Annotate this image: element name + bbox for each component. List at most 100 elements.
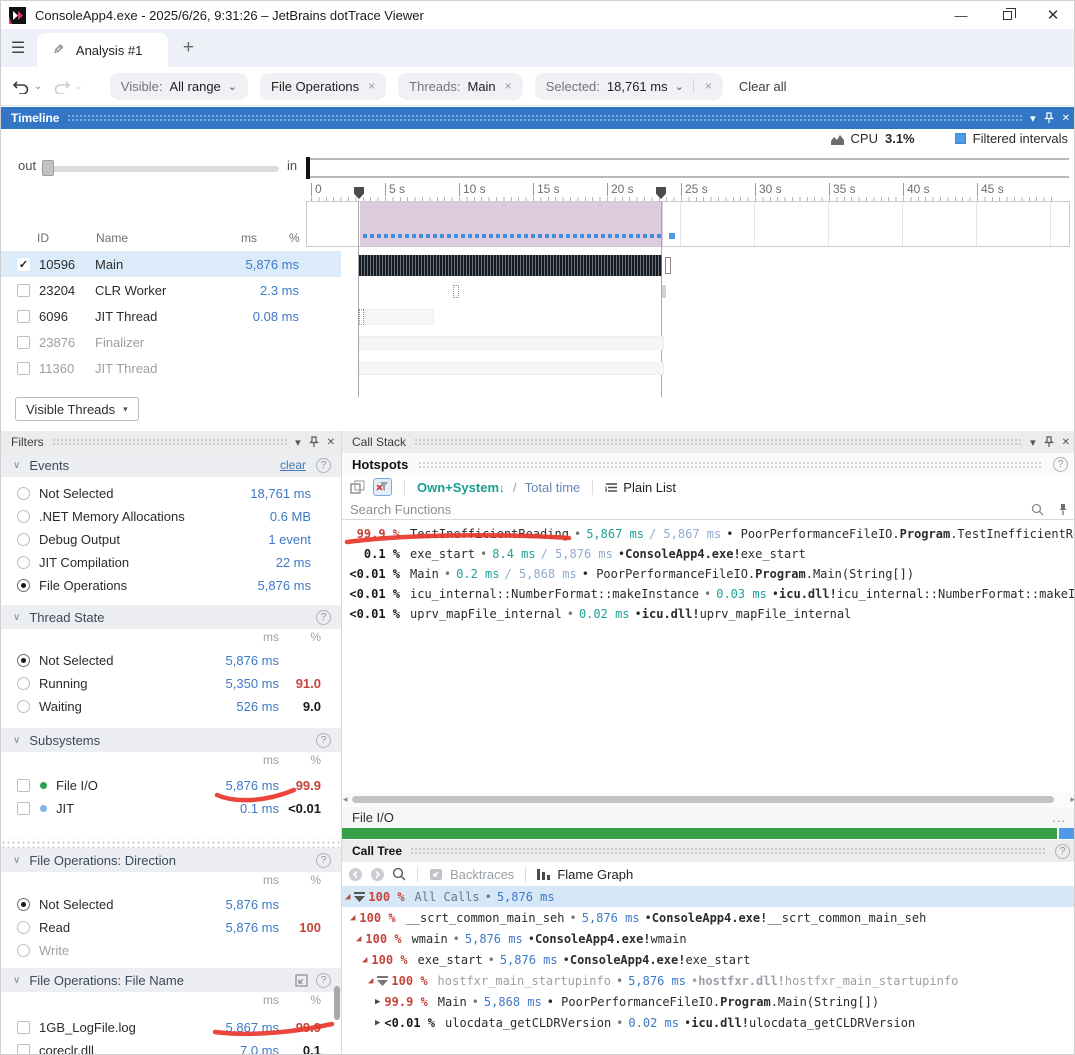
remove-filter-icon[interactable]: × [368, 79, 375, 93]
time-ruler[interactable]: 0 5 s 10 s 15 s 20 s 25 s 30 s 35 s 40 s… [306, 183, 1070, 201]
search-icon[interactable] [1031, 503, 1044, 516]
more-icon[interactable]: ... [1052, 810, 1066, 825]
hotspot-row[interactable]: <0.01 % uprv_mapFile_internal • 0.02 ms … [342, 604, 1075, 624]
restore-button[interactable] [984, 1, 1030, 29]
section-splitter[interactable] [1, 838, 341, 848]
call-tree-row[interactable]: ◢ 100 % wmain • 5,876 ms • ConsoleApp4.e… [342, 928, 1075, 949]
sort-total-time[interactable]: Total time [525, 480, 581, 495]
search-icon[interactable] [392, 867, 406, 881]
sort-own-system[interactable]: Own+System↓ [417, 480, 505, 495]
event-filter-row[interactable]: Not Selected 18,761 ms [1, 482, 341, 505]
help-icon[interactable]: ? [316, 458, 331, 473]
zoom-in-handle[interactable] [306, 157, 310, 179]
direction-row-disabled[interactable]: Write [1, 939, 341, 962]
radio-button[interactable] [17, 510, 30, 523]
close-panel-icon[interactable]: ✕ [1062, 437, 1070, 448]
subsystems-section-header[interactable]: ∨ Subsystems ? [1, 728, 341, 752]
radio-button[interactable] [17, 677, 30, 690]
hotspot-row[interactable]: <0.01 % Main • 0.2 ms / 5,868 ms • PoorP… [342, 564, 1075, 584]
radio-button[interactable] [17, 487, 30, 500]
lane-main[interactable] [306, 253, 1070, 279]
export-icon[interactable] [295, 974, 308, 987]
filters-scrollbar-thumb[interactable] [334, 986, 340, 1020]
subsystem-checkbox[interactable] [17, 802, 30, 815]
selected-range-chip[interactable]: Selected: 18,761 ms ⌄ × [535, 73, 723, 100]
visible-range-chip[interactable]: Visible: All range ⌄ [110, 73, 248, 100]
file-name-section-header[interactable]: ∨ File Operations: File Name ? [1, 968, 341, 992]
event-filter-row-selected[interactable]: File Operations 5,876 ms [1, 574, 341, 597]
help-icon[interactable]: ? [1055, 844, 1070, 859]
subsystem-bar-label-row[interactable]: File I/O ... [342, 807, 1075, 828]
lane-jit-thread[interactable] [306, 305, 1070, 331]
visible-threads-button[interactable]: Visible Threads ▾ [15, 397, 139, 421]
radio-button-selected[interactable] [17, 654, 30, 667]
hotspot-row[interactable]: <0.01 % icu_internal::NumberFormat::make… [342, 584, 1075, 604]
expanded-triangle-icon[interactable]: ◢ [368, 976, 373, 986]
thread-state-section-header[interactable]: ∨ Thread State ? [1, 605, 341, 629]
undo-history-chevron[interactable]: ⌄ [34, 81, 42, 92]
panel-dropdown-icon[interactable]: ▾ [1030, 112, 1036, 125]
remove-threads-filter-icon[interactable]: × [505, 79, 512, 93]
subsystem-row-jit[interactable]: JIT 0.1 ms <0.01 [1, 797, 341, 820]
add-tab-button[interactable]: + [168, 29, 208, 67]
call-tree-header[interactable]: Call Tree ? [342, 840, 1075, 862]
close-panel-icon[interactable]: ✕ [327, 437, 335, 448]
selection-region[interactable] [360, 202, 663, 246]
pin-icon[interactable] [1044, 112, 1054, 124]
timeline-panel-header[interactable]: Timeline ▾ ✕ [1, 107, 1075, 129]
call-tree-row[interactable]: ◢ 100 % exe_start • 5,876 ms • ConsoleAp… [342, 949, 1075, 970]
pin-icon[interactable] [309, 436, 319, 448]
zoom-slider-thumb[interactable] [42, 160, 54, 176]
thread-row-clr-worker[interactable]: 23204 CLR Worker 2.3 ms [1, 277, 341, 303]
radio-button[interactable] [17, 944, 30, 957]
file-io-activity-bar[interactable] [342, 828, 1057, 839]
direction-section-header[interactable]: ∨ File Operations: Direction ? [1, 848, 341, 872]
disable-filters-icon[interactable] [373, 478, 392, 496]
clear-all-button[interactable]: Clear all [739, 79, 787, 94]
undo-button[interactable] [13, 79, 30, 94]
collapsed-triangle-icon[interactable]: ▶ [375, 1018, 380, 1028]
panel-dropdown-icon[interactable]: ▾ [295, 436, 301, 449]
help-icon[interactable]: ? [316, 610, 331, 625]
event-filter-row[interactable]: JIT Compilation 22 ms [1, 551, 341, 574]
thread-state-row[interactable]: Not Selected 5,876 ms [1, 649, 341, 672]
file-name-row[interactable]: 1GB_LogFile.log 5,867 ms 99.9 [1, 1016, 341, 1039]
thread-row-jit-2[interactable]: 11360 JIT Thread [1, 355, 341, 381]
close-button[interactable]: ✕ [1030, 1, 1075, 29]
plain-list-button[interactable]: Plain List [623, 480, 676, 495]
expanded-triangle-icon[interactable]: ◢ [356, 934, 361, 944]
filters-panel-header[interactable]: Filters ▾ ✕ [1, 431, 341, 453]
thread-checkbox[interactable] [17, 362, 30, 375]
collapsed-triangle-icon[interactable]: ▶ [375, 997, 380, 1007]
panel-dropdown-icon[interactable]: ▾ [1030, 436, 1036, 449]
radio-button-selected[interactable] [17, 579, 30, 592]
thread-checkbox[interactable] [17, 336, 30, 349]
thread-row-finalizer[interactable]: 23876 Finalizer [1, 329, 341, 355]
lane-clr-worker[interactable] [306, 279, 1070, 305]
file-checkbox[interactable] [17, 1044, 30, 1055]
event-filter-row[interactable]: Debug Output 1 event [1, 528, 341, 551]
hotspot-row[interactable]: 99.9 % TestInefficientReading • 5,867 ms… [342, 524, 1075, 544]
help-icon[interactable]: ? [1053, 457, 1068, 472]
zoom-in-track[interactable] [306, 158, 1069, 178]
main-menu-button[interactable]: ☰ [1, 29, 35, 67]
pin-search-icon[interactable] [1058, 503, 1068, 516]
hotspot-row[interactable]: 0.1 % exe_start • 8.4 ms / 5,876 ms • Co… [342, 544, 1075, 564]
call-tree-row[interactable]: ▶ 99.9 % Main • 5,868 ms • PoorPerforman… [342, 991, 1075, 1012]
thread-row-main[interactable]: ✓ 10596 Main 5,876 ms [1, 251, 341, 277]
events-section-header[interactable]: ∨ Events clear ? [1, 453, 341, 477]
help-icon[interactable]: ? [316, 853, 331, 868]
call-tree-row[interactable]: ◢ 100 % __scrt_common_main_seh • 5,876 m… [342, 907, 1075, 928]
expand-collapse-icon[interactable] [350, 480, 365, 494]
tab-analysis-1[interactable]: ✎ Analysis #1 [37, 33, 168, 67]
direction-row[interactable]: Read 5,876 ms 100 [1, 916, 341, 939]
scroll-right-icon[interactable]: ▸ [1070, 794, 1075, 805]
cpu-overview-chart[interactable] [306, 201, 1070, 247]
thread-row-jit[interactable]: 6096 JIT Thread 0.08 ms [1, 303, 341, 329]
thread-state-row[interactable]: Running 5,350 ms 91.0 [1, 672, 341, 695]
file-operations-filter-chip[interactable]: File Operations × [260, 73, 386, 100]
radio-button[interactable] [17, 533, 30, 546]
subsystem-row-file-io[interactable]: File I/O 5,876 ms 99.9 [1, 774, 341, 797]
horizontal-scrollbar[interactable]: ◂ ▸ [342, 793, 1075, 806]
main-thread-activity-bar[interactable] [359, 255, 662, 276]
